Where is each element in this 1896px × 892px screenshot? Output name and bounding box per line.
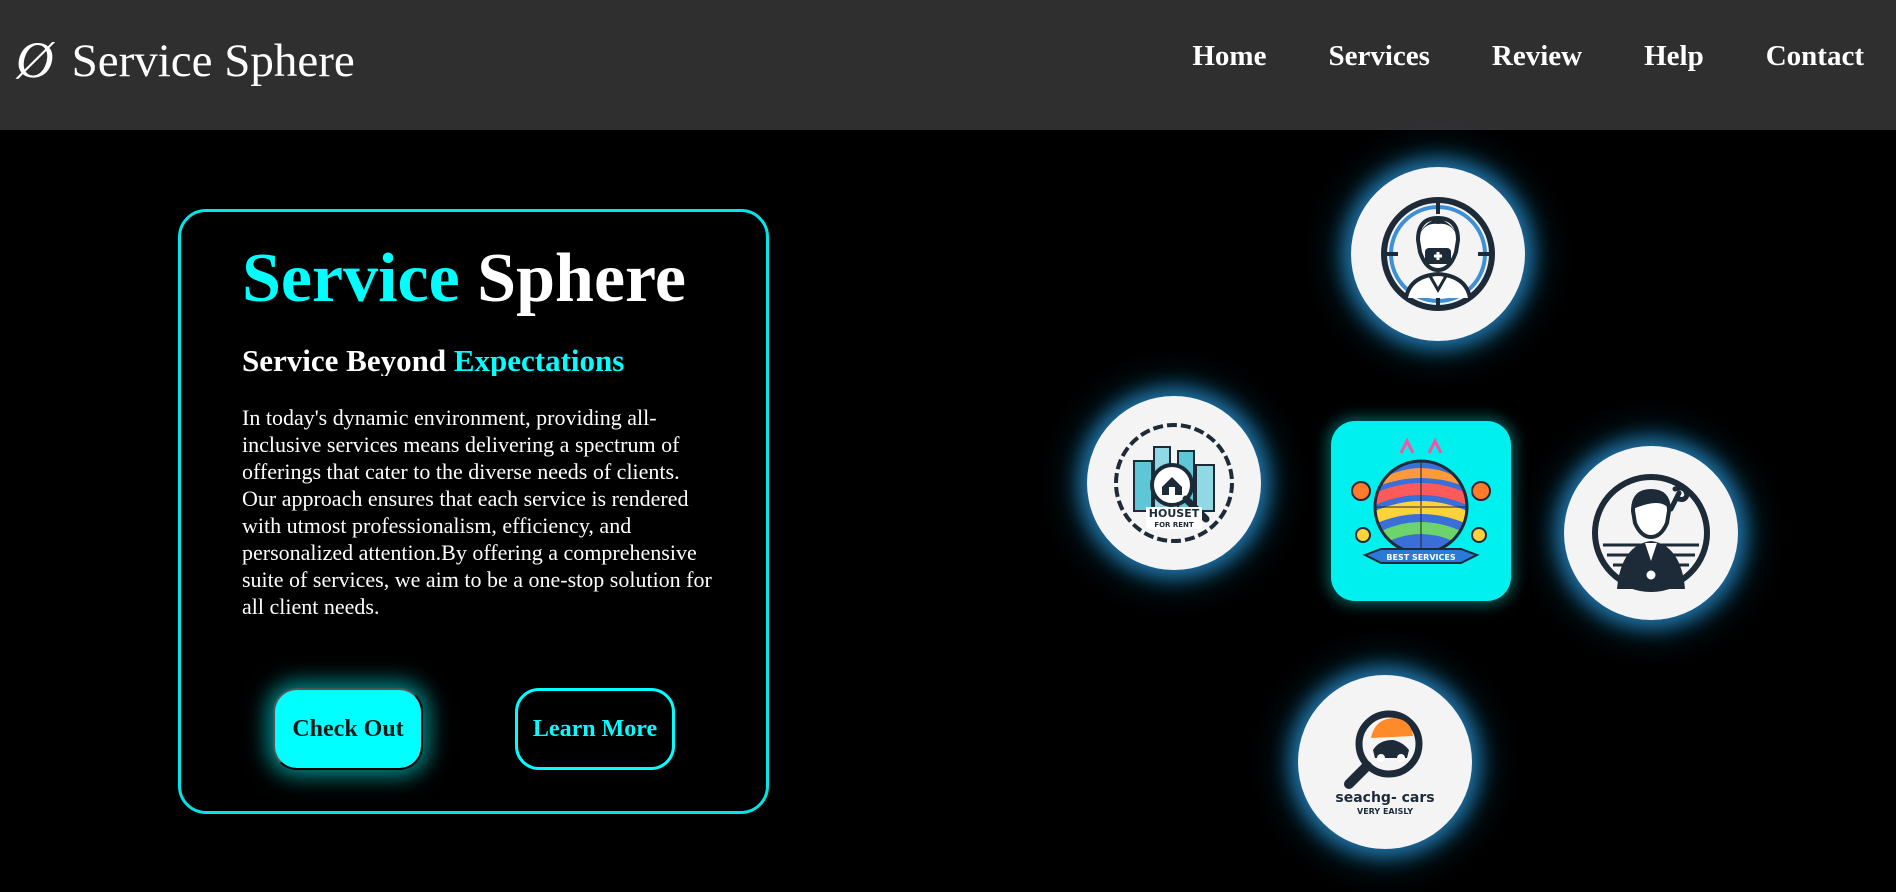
globe-best-services-icon: BEST SERVICES	[1351, 437, 1491, 564]
hero-description: In today's dynamic environment, providin…	[242, 405, 712, 619]
service-search-cars[interactable]: seachg- cars VERY EAISLY	[1298, 675, 1472, 849]
brand-name: Service Sphere	[71, 34, 355, 87]
brand-logo[interactable]: Ø Service Sphere	[16, 33, 355, 89]
service-best-services[interactable]: BEST SERVICES	[1331, 421, 1511, 601]
search-cars-icon: seachg- cars VERY EAISLY	[1335, 710, 1435, 816]
tagline-accent: Expectations	[453, 345, 625, 376]
learn-more-button[interactable]: Learn More	[515, 688, 675, 770]
hero-title-accent: Service	[242, 240, 460, 317]
nav-home[interactable]: Home	[1192, 42, 1266, 71]
hero-title: Service Sphere	[242, 244, 686, 314]
logo-icon: Ø	[16, 32, 54, 89]
service-doctor[interactable]	[1351, 167, 1525, 341]
nav-help[interactable]: Help	[1644, 42, 1704, 71]
house-rent-icon: HOUSET FOR RENT	[1114, 423, 1234, 543]
hero-card: Service Sphere Service Beyond Expectatio…	[178, 209, 769, 814]
house-label-1: HOUSET	[1149, 507, 1200, 520]
tagline-plain: Service Beyond	[242, 345, 447, 376]
cars-label-1: seachg- cars	[1335, 790, 1434, 806]
doctor-icon	[1381, 197, 1495, 311]
nav-review[interactable]: Review	[1492, 42, 1582, 71]
service-mechanic[interactable]	[1564, 446, 1738, 620]
top-navbar: Ø Service Sphere Home Services Review He…	[0, 0, 1896, 130]
hero-tagline: Service Beyond Expectations	[242, 345, 625, 376]
nav-contact[interactable]: Contact	[1766, 42, 1864, 71]
check-out-button[interactable]: Check Out	[273, 688, 423, 770]
hero-title-rest: Sphere	[477, 240, 686, 317]
mechanic-icon	[1592, 474, 1710, 592]
house-label-2: FOR RENT	[1154, 521, 1194, 529]
center-banner-label: BEST SERVICES	[1386, 553, 1455, 562]
nav-services[interactable]: Services	[1328, 42, 1429, 71]
cars-label-2: VERY EAISLY	[1357, 807, 1413, 816]
main-nav: Home Services Review Help Contact	[1192, 42, 1864, 71]
service-house-rent[interactable]: HOUSET FOR RENT	[1087, 396, 1261, 570]
